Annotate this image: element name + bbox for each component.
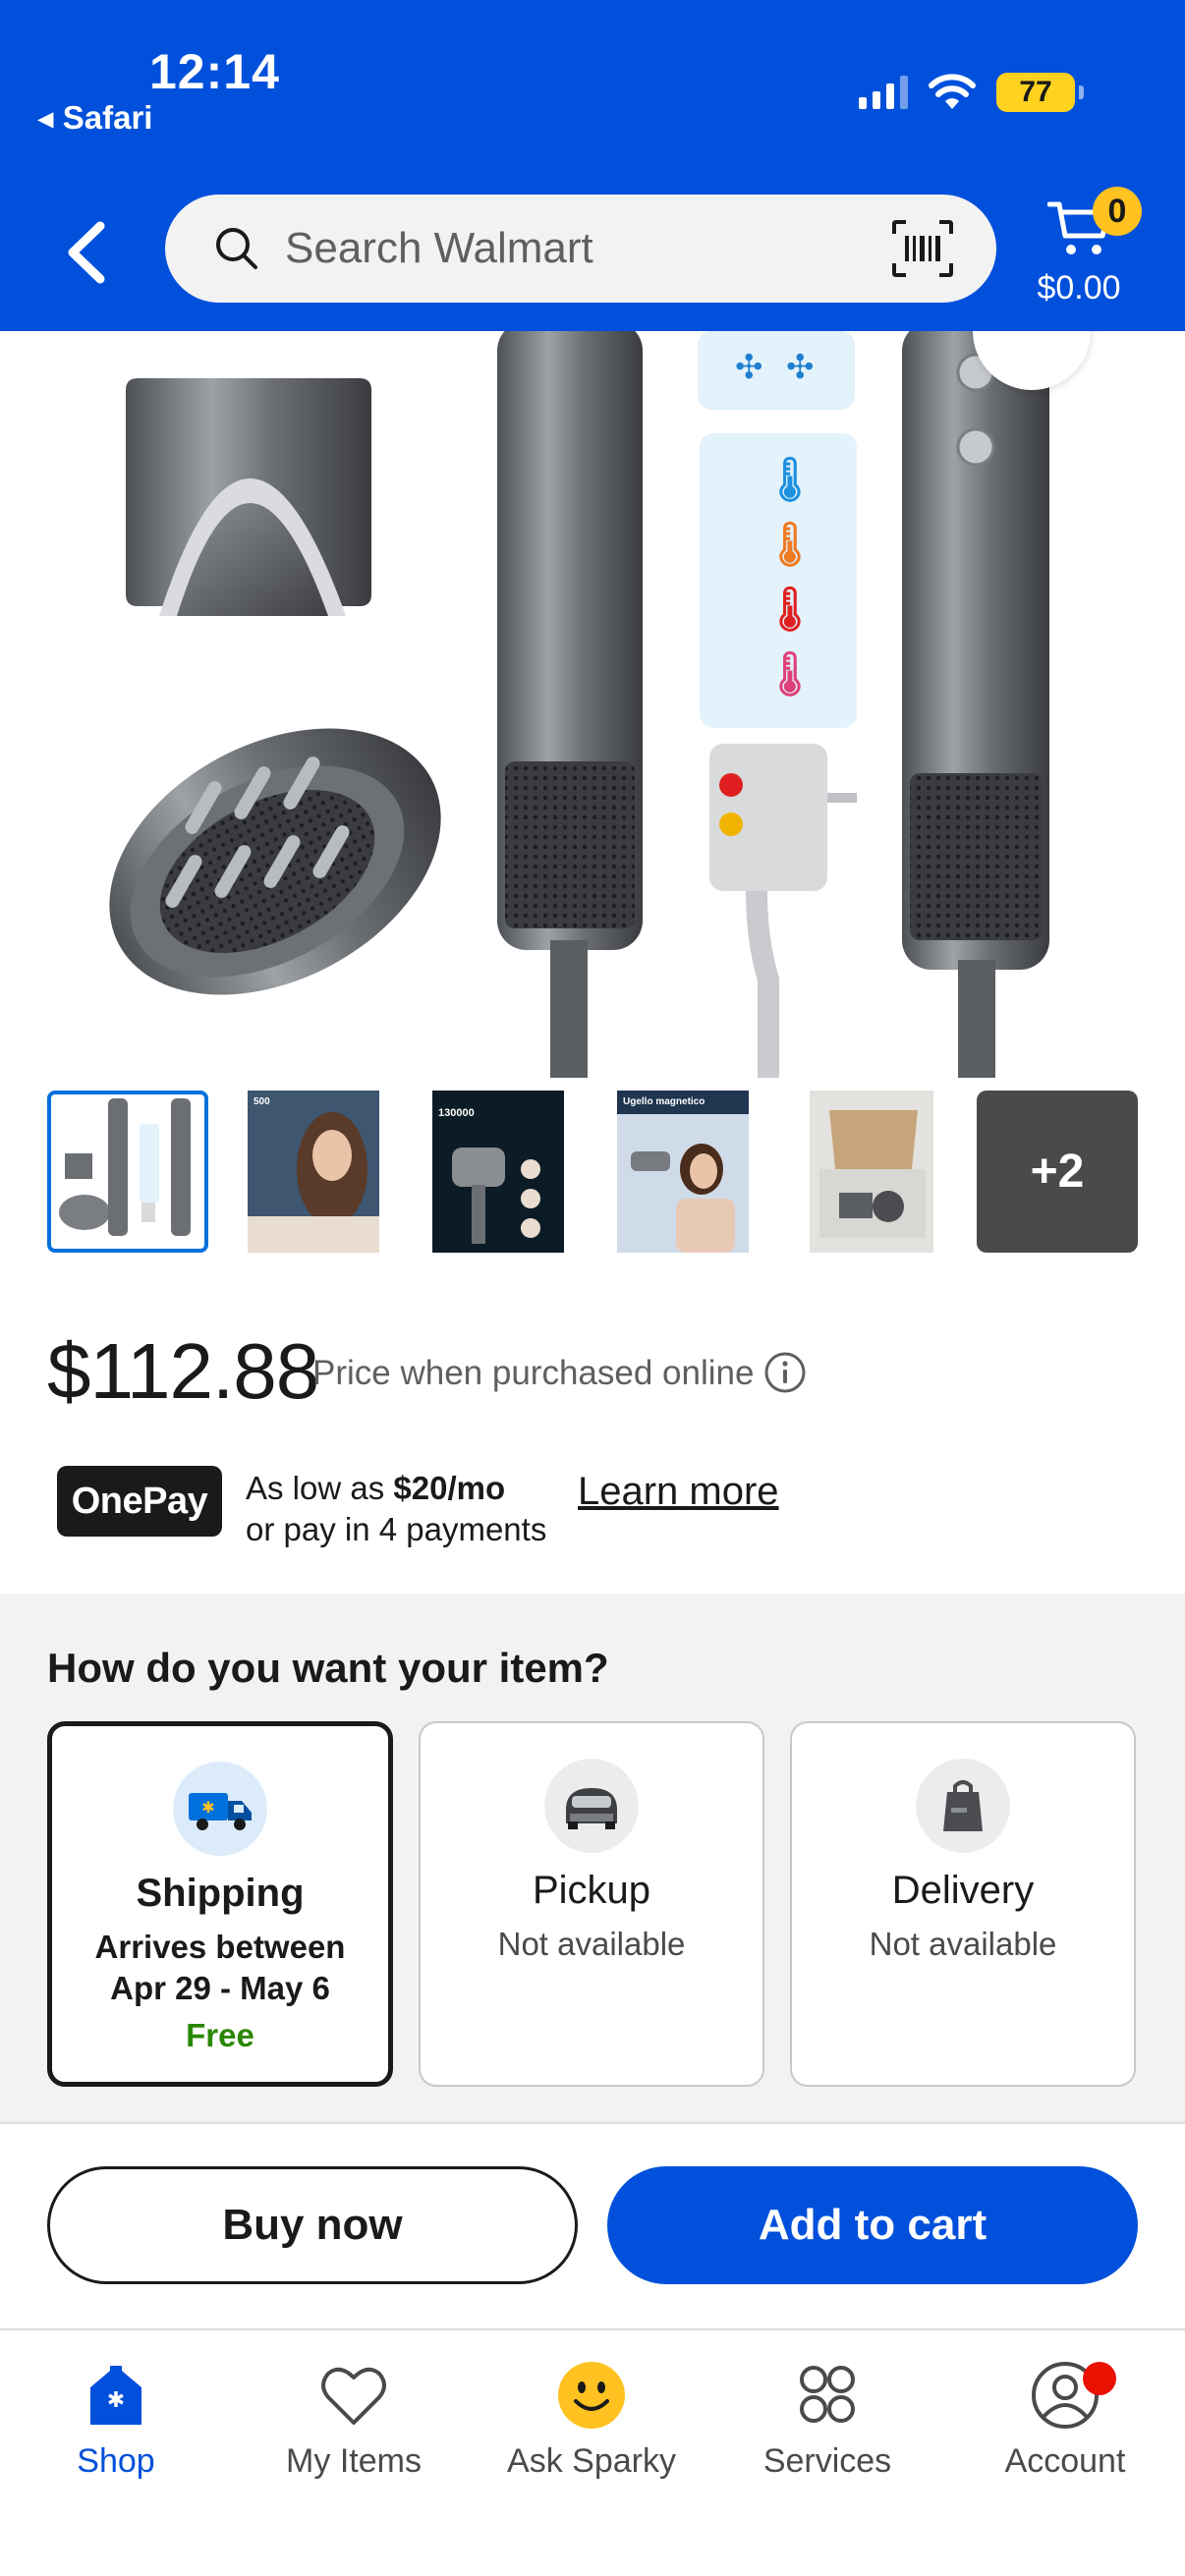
back-arrow-icon[interactable] bbox=[61, 218, 112, 287]
cart-button[interactable]: 0 $0.00 bbox=[1030, 187, 1157, 314]
svg-text:🌡: 🌡 bbox=[762, 521, 818, 569]
product-price: $112.88 bbox=[47, 1327, 319, 1415]
nav-shop[interactable]: ✱ Shop bbox=[18, 2358, 214, 2481]
services-grid-icon bbox=[800, 2366, 855, 2423]
cart-count-badge: 0 bbox=[1093, 187, 1142, 236]
onepay-offer: As low as $20/mo bbox=[246, 1470, 505, 1507]
thumbnail-1-image bbox=[59, 1098, 191, 1236]
svg-text:✣: ✣ bbox=[786, 349, 815, 386]
nav-shop-label: Shop bbox=[77, 2442, 155, 2480]
pickup-title: Pickup bbox=[532, 1869, 651, 1912]
delivery-option[interactable]: Delivery Not available bbox=[790, 1721, 1136, 2087]
nav-my-items[interactable]: My Items bbox=[255, 2358, 452, 2481]
app-header: 12:14 ◂ Safari 77 Search Walmart 0 $0.00 bbox=[0, 0, 1185, 331]
nav-account-label: Account bbox=[1004, 2442, 1126, 2480]
onepay-amount: $20/mo bbox=[393, 1470, 506, 1506]
cellular-signal-icon bbox=[859, 76, 908, 109]
shipping-cost: Free bbox=[186, 2017, 254, 2053]
car-icon bbox=[544, 1759, 639, 1853]
search-icon bbox=[216, 228, 257, 269]
cart-total: $0.00 bbox=[1037, 269, 1121, 307]
status-icons: 77 bbox=[859, 73, 1084, 112]
search-bar[interactable] bbox=[165, 195, 996, 303]
price-note: Price when purchased online bbox=[312, 1354, 755, 1392]
heart-icon bbox=[321, 2367, 386, 2425]
thumbnail-5-image bbox=[810, 1091, 933, 1253]
learn-more-link[interactable]: Learn more bbox=[578, 1470, 779, 1514]
battery-indicator: 77 bbox=[996, 73, 1084, 112]
svg-text:✱: ✱ bbox=[201, 1800, 214, 1817]
svg-text:✣: ✣ bbox=[735, 349, 763, 386]
thumbnail-strip: 500 130000 Ugello magnetico +2 bbox=[47, 1091, 1138, 1253]
svg-text:Ugello magnetico: Ugello magnetico bbox=[623, 1096, 705, 1107]
svg-text:🌡: 🌡 bbox=[762, 586, 818, 634]
delivery-title: Delivery bbox=[891, 1869, 1035, 1912]
thumbnail-5[interactable] bbox=[810, 1091, 933, 1253]
barcode-scan-icon[interactable] bbox=[890, 218, 955, 279]
shipping-arrival-line2: Apr 29 - May 6 bbox=[110, 1970, 330, 2006]
nav-ask-sparky-label: Ask Sparky bbox=[507, 2442, 676, 2480]
nav-my-items-label: My Items bbox=[286, 2442, 422, 2480]
thumbnail-2-image: 500 bbox=[248, 1091, 379, 1253]
pickup-status: Not available bbox=[497, 1926, 686, 1962]
shop-icon: ✱ bbox=[90, 2366, 141, 2425]
shipping-option[interactable]: ✱ Shipping Arrives between Apr 29 - May … bbox=[47, 1721, 393, 2087]
svg-text:🌡: 🌡 bbox=[762, 650, 818, 699]
svg-text:130000: 130000 bbox=[438, 1107, 475, 1119]
thumbnail-3[interactable]: 130000 bbox=[432, 1091, 564, 1253]
thumbnail-1[interactable] bbox=[47, 1091, 208, 1253]
fulfillment-section: How do you want your item? ✱ Shipping Ar… bbox=[0, 1594, 1185, 2122]
fulfillment-title: How do you want your item? bbox=[47, 1645, 609, 1691]
svg-text:🌡: 🌡 bbox=[762, 456, 818, 504]
bag-icon bbox=[916, 1759, 1010, 1853]
nav-account[interactable]: Account bbox=[967, 2358, 1163, 2481]
svg-text:500: 500 bbox=[254, 1096, 270, 1107]
onepay-prefix: As low as bbox=[246, 1470, 394, 1506]
nav-services[interactable]: Services bbox=[729, 2358, 926, 2481]
search-input[interactable] bbox=[285, 195, 835, 303]
pickup-option[interactable]: Pickup Not available bbox=[419, 1721, 764, 2087]
nav-services-label: Services bbox=[762, 2442, 892, 2480]
back-to-safari[interactable]: ◂ Safari bbox=[37, 98, 152, 137]
onepay-installments: or pay in 4 payments bbox=[246, 1511, 547, 1547]
thumbnail-4-image: Ugello magnetico bbox=[617, 1091, 749, 1253]
product-image[interactable]: ✣ ✣ 🌡 🌡 🌡 🌡 bbox=[0, 331, 1185, 1078]
buy-now-button[interactable]: Buy now bbox=[47, 2166, 578, 2284]
info-icon[interactable] bbox=[762, 1350, 808, 1395]
onepay-logo: OnePay bbox=[57, 1466, 222, 1537]
delivery-status: Not available bbox=[869, 1926, 1057, 1962]
status-time: 12:14 bbox=[149, 44, 280, 99]
nav-ask-sparky[interactable]: Ask Sparky bbox=[493, 2358, 690, 2481]
shipping-arrival-line1: Arrives between bbox=[94, 1929, 346, 1965]
bottom-navigation: ✱ Shop My Items Ask Sparky Services Acco… bbox=[0, 2328, 1185, 2576]
more-images-button[interactable]: +2 bbox=[977, 1091, 1138, 1253]
add-to-cart-button[interactable]: Add to cart bbox=[607, 2166, 1138, 2284]
svg-text:✱: ✱ bbox=[107, 2387, 125, 2412]
sparky-icon bbox=[558, 2362, 625, 2429]
wifi-icon bbox=[929, 74, 976, 109]
shipping-arrival: Arrives between Apr 29 - May 6 bbox=[62, 1927, 378, 2009]
shipping-title: Shipping bbox=[136, 1872, 305, 1915]
thumbnail-2[interactable]: 500 bbox=[248, 1091, 379, 1253]
hair-dryer-product-illustration: ✣ ✣ 🌡 🌡 🌡 🌡 bbox=[109, 331, 1049, 1078]
divider bbox=[0, 2122, 1185, 2124]
account-notification-dot bbox=[1083, 2362, 1116, 2395]
thumbnail-4[interactable]: Ugello magnetico bbox=[617, 1091, 749, 1253]
truck-icon: ✱ bbox=[173, 1762, 267, 1856]
thumbnail-3-image: 130000 bbox=[432, 1091, 564, 1253]
